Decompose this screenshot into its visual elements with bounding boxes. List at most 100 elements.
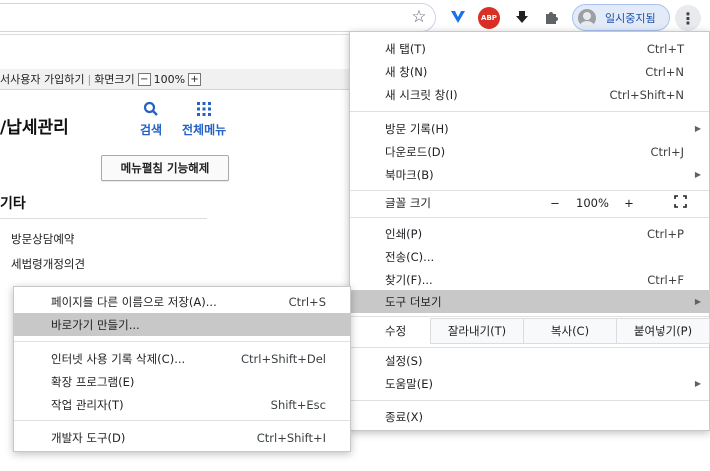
menu-help[interactable]: 도움말(E) ▶: [350, 372, 709, 395]
fullscreen-icon: [673, 195, 687, 211]
menu-separator: [350, 111, 709, 112]
menu-zoom-row: 글꼴 크기 − 100% +: [350, 190, 709, 216]
menu-expand-toggle-button[interactable]: 메뉴펼침 기능해제: [101, 155, 229, 181]
edit-label: 수정: [385, 324, 407, 338]
zoom-level-value: 100%: [576, 196, 609, 210]
menu-separator: [350, 400, 709, 401]
menu-shortcut: Shift+Esc: [270, 397, 326, 412]
submenu-dev-tools[interactable]: 개발자 도구(D) Ctrl+Shift+I: [14, 426, 350, 449]
submenu-task-manager[interactable]: 작업 관리자(T) Shift+Esc: [14, 393, 350, 416]
menu-label: 새 시크릿 창(I): [385, 87, 458, 102]
menu-separator: [350, 347, 709, 348]
chrome-menu-kebab-icon[interactable]: ⋮: [675, 5, 701, 31]
menu-new-tab[interactable]: 새 탭(T) Ctrl+T: [350, 37, 709, 60]
menu-shortcut: Ctrl+S: [288, 294, 326, 309]
section-divider: [0, 218, 207, 219]
zoom-label: 글꼴 크기: [385, 196, 431, 210]
menu-shortcut: Ctrl+N: [645, 64, 684, 79]
submenu-arrow-icon: ▶: [694, 124, 701, 133]
fullscreen-button[interactable]: [665, 190, 695, 216]
bookmark-star-icon[interactable]: ☆: [410, 8, 428, 26]
submenu-create-shortcut[interactable]: 바로가기 만들기...: [14, 313, 350, 336]
paste-button[interactable]: 붙여넣기(P): [616, 318, 710, 344]
menu-find[interactable]: 찾기(F)... Ctrl+F: [350, 268, 709, 291]
menu-separator: [14, 420, 350, 421]
submenu-arrow-icon: ▶: [694, 297, 701, 306]
grid-icon: [182, 101, 226, 119]
section-heading: 기타: [0, 196, 26, 212]
download-extension-icon[interactable]: [512, 8, 532, 26]
menu-label: 새 탭(T): [385, 41, 426, 56]
menu-label: 방문 기록(H): [385, 121, 449, 136]
avatar-icon: [578, 8, 596, 27]
menu-shortcut: Ctrl+P: [646, 226, 684, 241]
signup-link[interactable]: 서사용자 가입하기: [0, 71, 84, 87]
chrome-main-menu: 새 탭(T) Ctrl+T 새 창(N) Ctrl+N 새 시크릿 창(I) C…: [349, 31, 710, 431]
menu-label: 확장 프로그램(E): [51, 374, 135, 389]
nav-search-button[interactable]: 검색: [140, 101, 162, 138]
menu-label: 인쇄(P): [385, 226, 423, 241]
menu-separator: [350, 217, 709, 218]
menu-label: 인터넷 사용 기록 삭제(C)...: [51, 351, 186, 366]
zoom-value: 100%: [153, 72, 186, 86]
menu-exit[interactable]: 종료(X): [350, 405, 709, 428]
profile-name: 일시중지됨: [605, 11, 656, 25]
menu-shortcut: Ctrl+Shift+Del: [241, 351, 326, 366]
submenu-arrow-icon: ▶: [694, 170, 701, 179]
link-visit-consult[interactable]: 방문상담예약: [11, 231, 74, 247]
cut-button[interactable]: 잘라내기(T): [430, 318, 524, 344]
submenu-clear-data[interactable]: 인터넷 사용 기록 삭제(C)... Ctrl+Shift+Del: [14, 347, 350, 370]
link-law-opinion[interactable]: 세법령개정의견: [11, 256, 85, 272]
zoom-minus-button[interactable]: −: [540, 190, 570, 216]
extensions-puzzle-icon[interactable]: [543, 8, 561, 26]
zoom-out-button[interactable]: −: [137, 72, 151, 86]
nav-allmenu-button[interactable]: 전체메뉴: [182, 101, 226, 138]
menu-shortcut: Ctrl+Shift+N: [609, 87, 684, 102]
menu-label: 북마크(B): [385, 167, 434, 182]
menu-label: 페이지를 다른 이름으로 저장(A)...: [51, 294, 217, 309]
menu-edit-row: 수정 잘라내기(T) 복사(C) 붙여넣기(P): [350, 318, 710, 344]
browser-toolbar: ☆ ABP 일시중지됨 ⋮: [0, 0, 710, 35]
adblock-plus-icon[interactable]: ABP: [478, 7, 500, 29]
menu-bookmarks[interactable]: 북마크(B) ▶: [350, 163, 709, 186]
more-tools-submenu: 페이지를 다른 이름으로 저장(A)... Ctrl+S 바로가기 만들기...…: [13, 286, 351, 452]
menu-history[interactable]: 방문 기록(H) ▶: [350, 117, 709, 140]
menu-new-window[interactable]: 새 창(N) Ctrl+N: [350, 60, 709, 83]
address-bar[interactable]: [0, 3, 436, 32]
divider: |: [87, 72, 92, 86]
menu-label: 새 창(N): [385, 64, 428, 79]
screen-size-label: 화면크기: [94, 73, 135, 86]
menu-incognito[interactable]: 새 시크릿 창(I) Ctrl+Shift+N: [350, 83, 709, 106]
menu-label: 작업 관리자(T): [51, 397, 124, 412]
menu-label: 바로가기 만들기...: [51, 317, 140, 332]
copy-button[interactable]: 복사(C): [523, 318, 617, 344]
menu-shortcut: Ctrl+Shift+I: [256, 430, 326, 445]
extension-v-icon[interactable]: [448, 8, 468, 26]
profile-button[interactable]: 일시중지됨: [572, 4, 670, 31]
menu-shortcut: Ctrl+T: [646, 41, 684, 56]
menu-label: 도움말(E): [385, 376, 433, 391]
menu-shortcut: Ctrl+F: [647, 272, 684, 287]
search-icon: [140, 101, 162, 119]
menu-settings[interactable]: 설정(S): [350, 349, 709, 372]
menu-downloads[interactable]: 다운로드(D) Ctrl+J: [350, 140, 709, 163]
zoom-plus-button[interactable]: +: [615, 190, 643, 216]
nav-allmenu-label: 전체메뉴: [182, 123, 227, 137]
submenu-save-page[interactable]: 페이지를 다른 이름으로 저장(A)... Ctrl+S: [14, 290, 350, 313]
menu-separator: [350, 316, 709, 317]
menu-shortcut: Ctrl+J: [650, 144, 685, 159]
zoom-in-button[interactable]: +: [188, 72, 202, 86]
site-title: /납세관리: [0, 118, 69, 138]
menu-label: 개발자 도구(D): [51, 430, 126, 445]
menu-label: 전송(C)...: [385, 249, 435, 264]
menu-label: 종료(X): [385, 409, 424, 424]
menu-cast[interactable]: 전송(C)...: [350, 245, 709, 268]
nav-search-label: 검색: [140, 123, 163, 137]
menu-label: 찾기(F)...: [385, 272, 433, 287]
menu-label: 도구 더보기: [385, 294, 442, 309]
submenu-extensions[interactable]: 확장 프로그램(E): [14, 370, 350, 393]
menu-print[interactable]: 인쇄(P) Ctrl+P: [350, 222, 709, 245]
menu-separator: [14, 341, 350, 342]
page-utility-strip: 서사용자 가입하기 | 화면크기 − 100% +: [0, 69, 360, 90]
menu-more-tools[interactable]: 도구 더보기 ▶: [350, 290, 709, 313]
